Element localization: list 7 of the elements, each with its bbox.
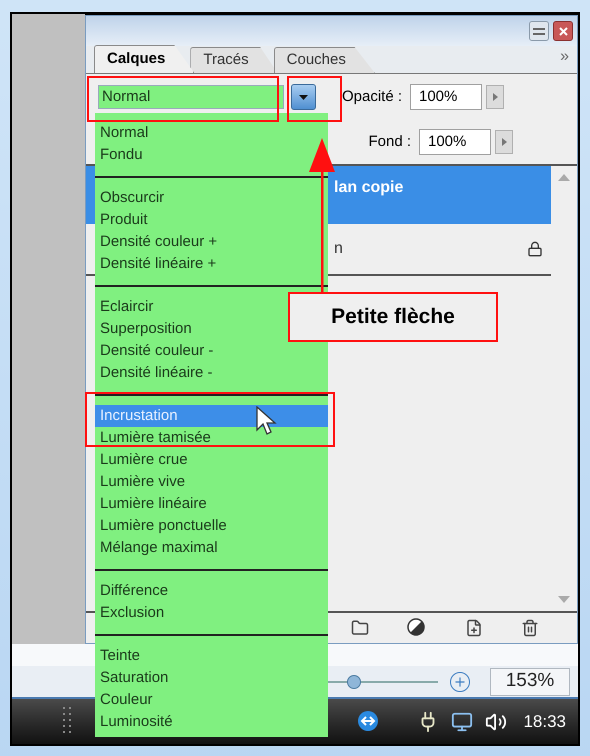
- option-label: Fond :: [367, 132, 411, 152]
- option-label: Opacité :: [340, 86, 402, 107]
- clock: 18:33: [523, 710, 566, 733]
- callout-label: Petite flèche: [288, 292, 498, 342]
- layer-name: lan copie: [334, 178, 404, 198]
- layer-name: n: [334, 239, 343, 259]
- zoom-value: 153%: [490, 668, 570, 696]
